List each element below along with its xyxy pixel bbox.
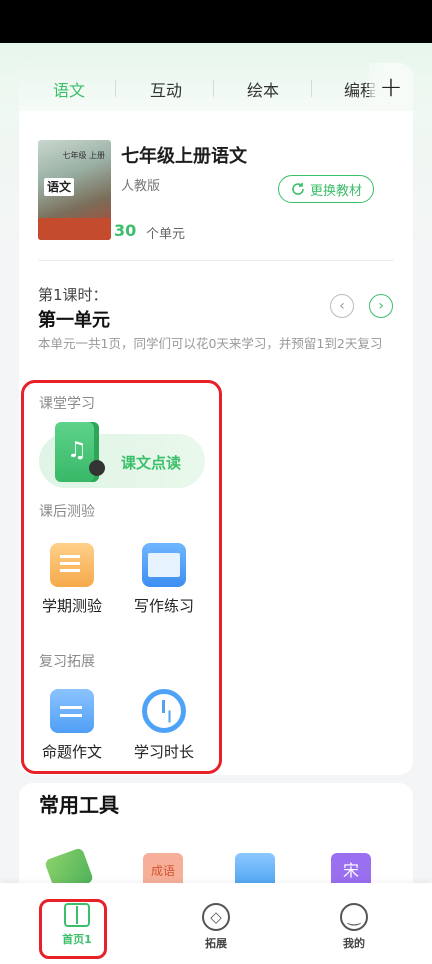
change-textbook-label: 更换教材 bbox=[309, 183, 362, 199]
highlight-box-learning bbox=[21, 380, 222, 774]
tab-picture-book[interactable]: 绘本 bbox=[247, 77, 279, 101]
nav-explore[interactable]: ◇ 拓展 bbox=[181, 903, 251, 951]
refresh-icon bbox=[292, 183, 304, 195]
lesson-description: 本单元一共1页，同学们可以花0天来学习，并预留1到2天复习 bbox=[38, 336, 383, 351]
book-edition: 人教版 bbox=[121, 179, 161, 194]
cover-title: 七年级 上册 bbox=[62, 151, 105, 160]
tab-divider bbox=[213, 80, 214, 97]
status-bar bbox=[0, 0, 432, 43]
nav-explore-label: 拓展 bbox=[205, 937, 227, 950]
nav-profile-label: 我的 bbox=[343, 937, 365, 950]
book-title: 七年级上册语文 bbox=[121, 146, 247, 167]
subject-tabs: 语文 互动 绘本 编程 + bbox=[19, 63, 413, 111]
unit-count: 30 bbox=[114, 221, 137, 240]
chevron-right-icon: › bbox=[378, 298, 384, 314]
lesson-name: 第一单元 bbox=[38, 310, 110, 331]
divider bbox=[38, 260, 394, 261]
nav-profile[interactable]: ‿ 我的 bbox=[319, 903, 389, 951]
tab-interactive[interactable]: 互动 bbox=[150, 77, 182, 101]
add-tab-button[interactable]: + bbox=[369, 63, 413, 111]
tab-chinese[interactable]: 语文 bbox=[53, 77, 85, 101]
cover-band bbox=[38, 218, 111, 240]
tab-divider bbox=[115, 80, 116, 97]
compass-icon: ◇ bbox=[202, 903, 230, 931]
book-cover[interactable]: 七年级 上册 语文 bbox=[38, 140, 111, 240]
smile-icon: ‿ bbox=[340, 903, 368, 931]
unit-count-label: 个单元 bbox=[146, 227, 186, 242]
chevron-left-icon: ‹ bbox=[339, 298, 345, 314]
highlight-box-home bbox=[39, 899, 107, 959]
next-lesson-button[interactable]: › bbox=[369, 294, 393, 318]
change-textbook-button[interactable]: 更换教材 bbox=[278, 175, 374, 203]
tab-divider bbox=[311, 80, 312, 97]
prev-lesson-button[interactable]: ‹ bbox=[330, 294, 354, 318]
common-tools-title: 常用工具 bbox=[39, 793, 119, 817]
cover-subject: 语文 bbox=[44, 178, 74, 196]
lesson-label: 第1课时： bbox=[38, 286, 108, 304]
